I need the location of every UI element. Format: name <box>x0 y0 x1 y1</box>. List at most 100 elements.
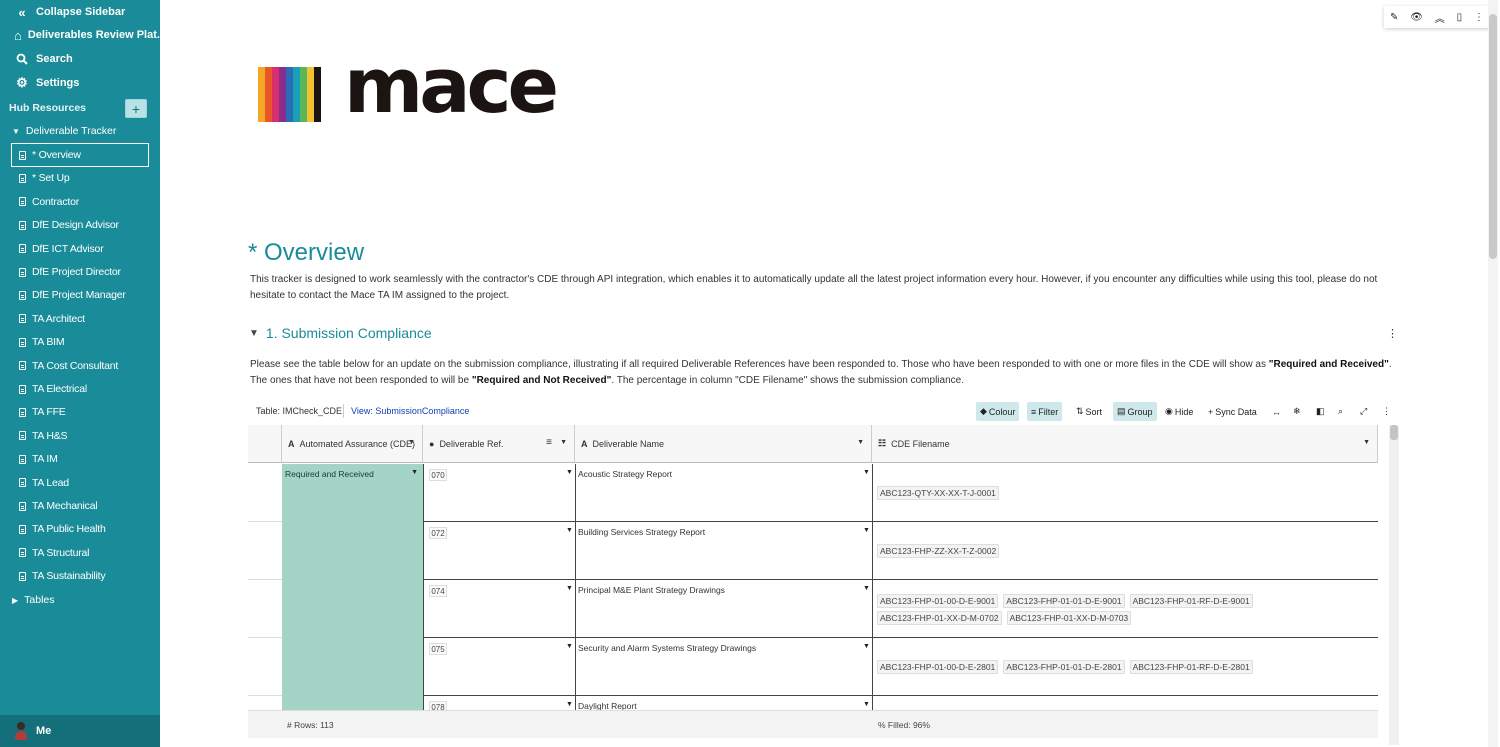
sidebar-item-home[interactable]: ⌂ Deliverables Review Plat... <box>0 24 160 46</box>
assurance-group-cell[interactable]: Required and Received ▼ <box>282 464 423 710</box>
chevron-down-icon[interactable]: ▼ <box>411 469 418 476</box>
chevron-down-icon[interactable]: ▼ <box>560 439 567 446</box>
sidebar-page-item[interactable]: TA Lead <box>0 472 160 494</box>
sidebar-page-item[interactable]: DfE Project Manager <box>0 284 160 306</box>
freeze-icon[interactable]: ❄ <box>1289 402 1305 421</box>
deliverable-ref-chip[interactable]: 074 <box>429 585 447 597</box>
sort-button[interactable]: ⇅ Sort <box>1072 402 1106 421</box>
chevron-down-icon[interactable]: ▼ <box>863 527 870 534</box>
sidebar-item-tables[interactable]: ▶ Tables <box>0 589 160 611</box>
cde-filename-chip[interactable]: ABC123-FHP-01-00-D-E-9001 <box>877 594 999 608</box>
eye-icon[interactable]: 👁 <box>1410 12 1423 23</box>
cde-filename-chip[interactable]: ABC123-FHP-01-RF-D-E-2801 <box>1129 660 1253 674</box>
sidebar-page-item[interactable]: TA Structural <box>0 542 160 564</box>
sidebar-page-item[interactable]: TA IM <box>0 448 160 470</box>
chevron-down-icon[interactable]: ▼ <box>1363 439 1370 446</box>
cde-filename-chip[interactable]: ABC123-FHP-01-00-D-E-2801 <box>877 660 999 674</box>
sidebar-page-label: DfE Project Director <box>32 266 121 278</box>
cde-filename-chip[interactable]: ABC123-FHP-01-XX-D-M-0703 <box>1006 611 1132 625</box>
sidebar-page-item[interactable]: Contractor <box>0 191 160 213</box>
chevron-down-icon[interactable]: ▼ <box>566 643 573 650</box>
sidebar-item-search[interactable]: Search <box>0 48 160 70</box>
sidebar-page-item[interactable]: DfE ICT Advisor <box>0 238 160 260</box>
group-button[interactable]: ▤ Group <box>1113 402 1157 421</box>
sidebar-page-item[interactable]: TA Cost Consultant <box>0 355 160 377</box>
chevron-down-icon[interactable]: ▼ <box>863 585 870 592</box>
cde-filename-chip[interactable]: ABC123-FHP-01-01-D-E-2801 <box>1003 660 1125 674</box>
edit-icon[interactable]: ✎ <box>1390 12 1398 23</box>
sidebar-page-item[interactable]: * Set Up <box>0 167 160 189</box>
cde-filename-chip[interactable]: ABC123-FHP-ZZ-XX-T-Z-0002 <box>877 544 1000 558</box>
details-panel-icon[interactable]: ◧ <box>1312 402 1329 421</box>
cde-filename-chip[interactable]: ABC123-FHP-01-RF-D-E-9001 <box>1129 594 1253 608</box>
more-vertical-icon[interactable]: ⋮ <box>1387 327 1398 340</box>
colour-label: Colour <box>988 406 1016 417</box>
intro-paragraph: This tracker is designed to work seamles… <box>250 274 1378 301</box>
chevrons-up-icon[interactable]: ︽ <box>1435 10 1445 25</box>
filter-button[interactable]: ≡ Filter <box>1027 402 1063 421</box>
section-heading[interactable]: ▼ 1. Submission Compliance <box>249 325 432 341</box>
sidebar-page-item[interactable]: TA Sustainability <box>0 565 160 587</box>
colour-button[interactable]: ◆ Colour <box>976 402 1020 421</box>
sidebar-page-item[interactable]: * Overview <box>11 143 149 167</box>
sidebar-page-item[interactable]: TA FFE <box>0 401 160 423</box>
deliverable-name: Principal M&E Plant Strategy Drawings <box>578 585 725 595</box>
sidebar-item-settings[interactable]: ⚙ Settings <box>0 72 160 94</box>
deliverable-ref-chip[interactable]: 075 <box>429 643 447 655</box>
chevron-down-icon[interactable]: ▼ <box>863 701 870 708</box>
column-label: Automated Assurance (CDE) <box>299 438 416 449</box>
row-height-icon[interactable]: ↔ <box>1268 402 1285 421</box>
grid-scrollbar[interactable] <box>1389 425 1399 745</box>
expand-icon[interactable]: ⤢ <box>1356 402 1371 421</box>
sidebar-page-item[interactable]: TA BIM <box>0 331 160 353</box>
sync-label: Sync Data <box>1215 406 1257 417</box>
column-label: Deliverable Ref. <box>439 438 504 449</box>
sidebar-page-item[interactable]: TA H&S <box>0 425 160 447</box>
deliverable-ref-chip[interactable]: 072 <box>429 527 447 539</box>
deliverable-ref-chip[interactable]: 070 <box>429 469 447 481</box>
column-header-assurance[interactable]: A Automated Assurance (CDE) ▼ <box>282 425 423 463</box>
chevron-down-icon[interactable]: ▼ <box>566 585 573 592</box>
sidebar-page-item[interactable]: DfE Design Advisor <box>0 214 160 236</box>
chevron-down-icon[interactable]: ▼ <box>863 469 870 476</box>
chevron-down-icon[interactable]: ▼ <box>566 701 573 708</box>
column-header-ref[interactable]: ● Deliverable Ref. ≡ ▼ <box>423 425 575 463</box>
sidebar-page-item[interactable]: TA Electrical <box>0 378 160 400</box>
column-header-name[interactable]: A Deliverable Name ▼ <box>575 425 872 463</box>
chevron-down-icon[interactable]: ▼ <box>566 469 573 476</box>
chevron-down-icon[interactable]: ▼ <box>566 527 573 534</box>
sidebar-page-label: TA Electrical <box>32 383 87 395</box>
search-icon[interactable]: ⌕ <box>1334 402 1347 421</box>
page-scrollbar-thumb[interactable] <box>1489 14 1497 259</box>
filter-icon[interactable]: ≡ <box>546 437 552 448</box>
sync-data-button[interactable]: + Sync Data <box>1204 402 1261 421</box>
more-vertical-icon[interactable]: ⋮ <box>1378 402 1395 421</box>
logo-bar <box>307 67 314 122</box>
sidebar-search-label: Search <box>36 53 73 65</box>
chevron-down-icon[interactable]: ▼ <box>863 643 870 650</box>
collapse-sidebar-label: Collapse Sidebar <box>36 6 126 18</box>
sidebar-settings-label: Settings <box>36 77 80 89</box>
user-account-button[interactable]: Me <box>0 715 160 747</box>
view-link[interactable]: View: SubmissionCompliance <box>351 406 469 416</box>
cde-filename-chip[interactable]: ABC123-QTY-XX-XX-T-J-0001 <box>877 486 999 500</box>
page-scrollbar[interactable] <box>1488 0 1498 747</box>
grid-scrollbar-thumb[interactable] <box>1390 425 1398 440</box>
sidebar-page-item[interactable]: TA Public Health <box>0 518 160 540</box>
chevron-down-icon[interactable]: ▼ <box>857 439 864 446</box>
table-name: Table: IMCheck_CDE <box>256 406 343 416</box>
sidebar-page-item[interactable]: DfE Project Director <box>0 261 160 283</box>
sidebar-item-deliverable-tracker[interactable]: ▼ Deliverable Tracker <box>0 120 160 142</box>
add-page-button[interactable]: + <box>125 99 147 118</box>
column-header-cde-filename[interactable]: ☷ CDE Filename ▼ <box>872 425 1378 463</box>
hide-button[interactable]: ◉ Hide <box>1161 402 1197 421</box>
collapse-sidebar-button[interactable]: « Collapse Sidebar <box>0 1 160 23</box>
sidebar-page-item[interactable]: TA Architect <box>0 308 160 330</box>
document-icon[interactable]: ▯ <box>1457 12 1463 23</box>
more-vertical-icon[interactable]: ⋮ <box>1474 12 1484 23</box>
chevron-down-icon[interactable]: ▼ <box>408 439 415 446</box>
sidebar-page-item[interactable]: TA Mechanical <box>0 495 160 517</box>
cde-filename-chip[interactable]: ABC123-FHP-01-01-D-E-9001 <box>1003 594 1125 608</box>
deliverable-ref-chip[interactable]: 078 <box>429 701 447 710</box>
cde-filename-chip[interactable]: ABC123-FHP-01-XX-D-M-0702 <box>877 611 1002 625</box>
